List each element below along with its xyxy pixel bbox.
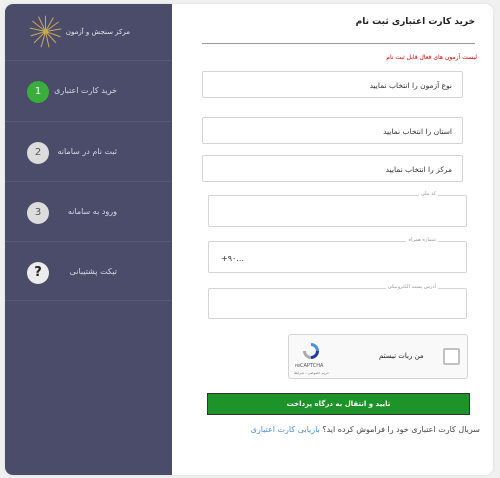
email-label: آدرس پست الکترونیکی <box>385 284 438 290</box>
mobile-label: شماره همراه <box>406 237 438 243</box>
recaptcha-brand: reCAPTCHA <box>295 363 324 369</box>
sidebar-step-support-ticket[interactable]: ? تیکت پشتیبانی <box>5 241 172 301</box>
active-exams-alert: لیست آزمون های فعال قابل ثبت نام <box>386 54 477 61</box>
help-icon: ? <box>27 262 49 284</box>
submit-payment-button[interactable]: تایید و انتقال به درگاه پرداخت <box>207 393 470 415</box>
brand-name: مرکز سنجش و آزمون <box>65 28 130 36</box>
exam-type-value: نوع آزمون را انتخاب نمایید <box>369 81 452 90</box>
recaptcha-checkbox[interactable] <box>443 348 460 365</box>
province-select[interactable]: استان را انتخاب نمایید <box>202 117 463 144</box>
recover-card-link[interactable]: بازیابی کارت اعتباری <box>251 425 320 434</box>
mobile-value: +۹۰... <box>221 254 244 263</box>
step-label: خرید کارت اعتباری <box>54 86 117 95</box>
recaptcha-label: من ربات نیستم <box>379 352 424 360</box>
step-label: تیکت پشتیبانی <box>69 267 117 276</box>
province-value: استان را انتخاب نمایید <box>383 127 452 136</box>
sidebar-step-register[interactable]: 2 ثبت نام در سامانه <box>5 121 172 181</box>
step-number-2: 2 <box>27 142 49 164</box>
national-code-field[interactable]: کد ملی <box>208 191 467 227</box>
sidebar-step-buy-card[interactable]: 1 خرید کارت اعتباری <box>5 60 172 120</box>
exam-type-select[interactable]: نوع آزمون را انتخاب نمایید <box>202 71 463 98</box>
sunburst-logo-icon <box>29 15 62 48</box>
center-value: مرکز را انتخاب نمایید <box>385 165 452 174</box>
sidebar: مرکز سنجش و آزمون 1 خرید کارت اعتباری 2 … <box>5 4 172 475</box>
page-title: خرید کارت اعتباری ثبت نام <box>355 17 475 27</box>
national-code-label: کد ملی <box>418 191 438 197</box>
step-number-3: 3 <box>27 202 49 224</box>
brand: مرکز سنجش و آزمون <box>5 4 172 60</box>
forgot-question: سریال کارت اعتباری خود را فراموش کرده ای… <box>322 425 480 434</box>
forgot-serial-text: سریال کارت اعتباری خود را فراموش کرده ای… <box>251 425 480 434</box>
step-label: ثبت نام در سامانه <box>57 147 117 156</box>
main-panel: خرید کارت اعتباری ثبت نام لیست آزمون های… <box>172 4 493 475</box>
recaptcha-widget: من ربات نیستم reCAPTCHA حریم خصوصی - شرا… <box>288 334 468 379</box>
recaptcha-links[interactable]: حریم خصوصی - شرایط <box>294 371 329 375</box>
sidebar-step-login[interactable]: 3 ورود به سامانه <box>5 181 172 241</box>
app-card: مرکز سنجش و آزمون 1 خرید کارت اعتباری 2 … <box>5 4 493 475</box>
step-number-1: 1 <box>27 81 49 103</box>
center-select[interactable]: مرکز را انتخاب نمایید <box>202 155 463 182</box>
mobile-field[interactable]: شماره همراه +۹۰... <box>208 237 467 273</box>
recaptcha-icon <box>303 343 319 359</box>
divider <box>202 43 475 44</box>
step-label: ورود به سامانه <box>67 207 117 216</box>
email-field[interactable]: آدرس پست الکترونیکی <box>208 284 467 319</box>
